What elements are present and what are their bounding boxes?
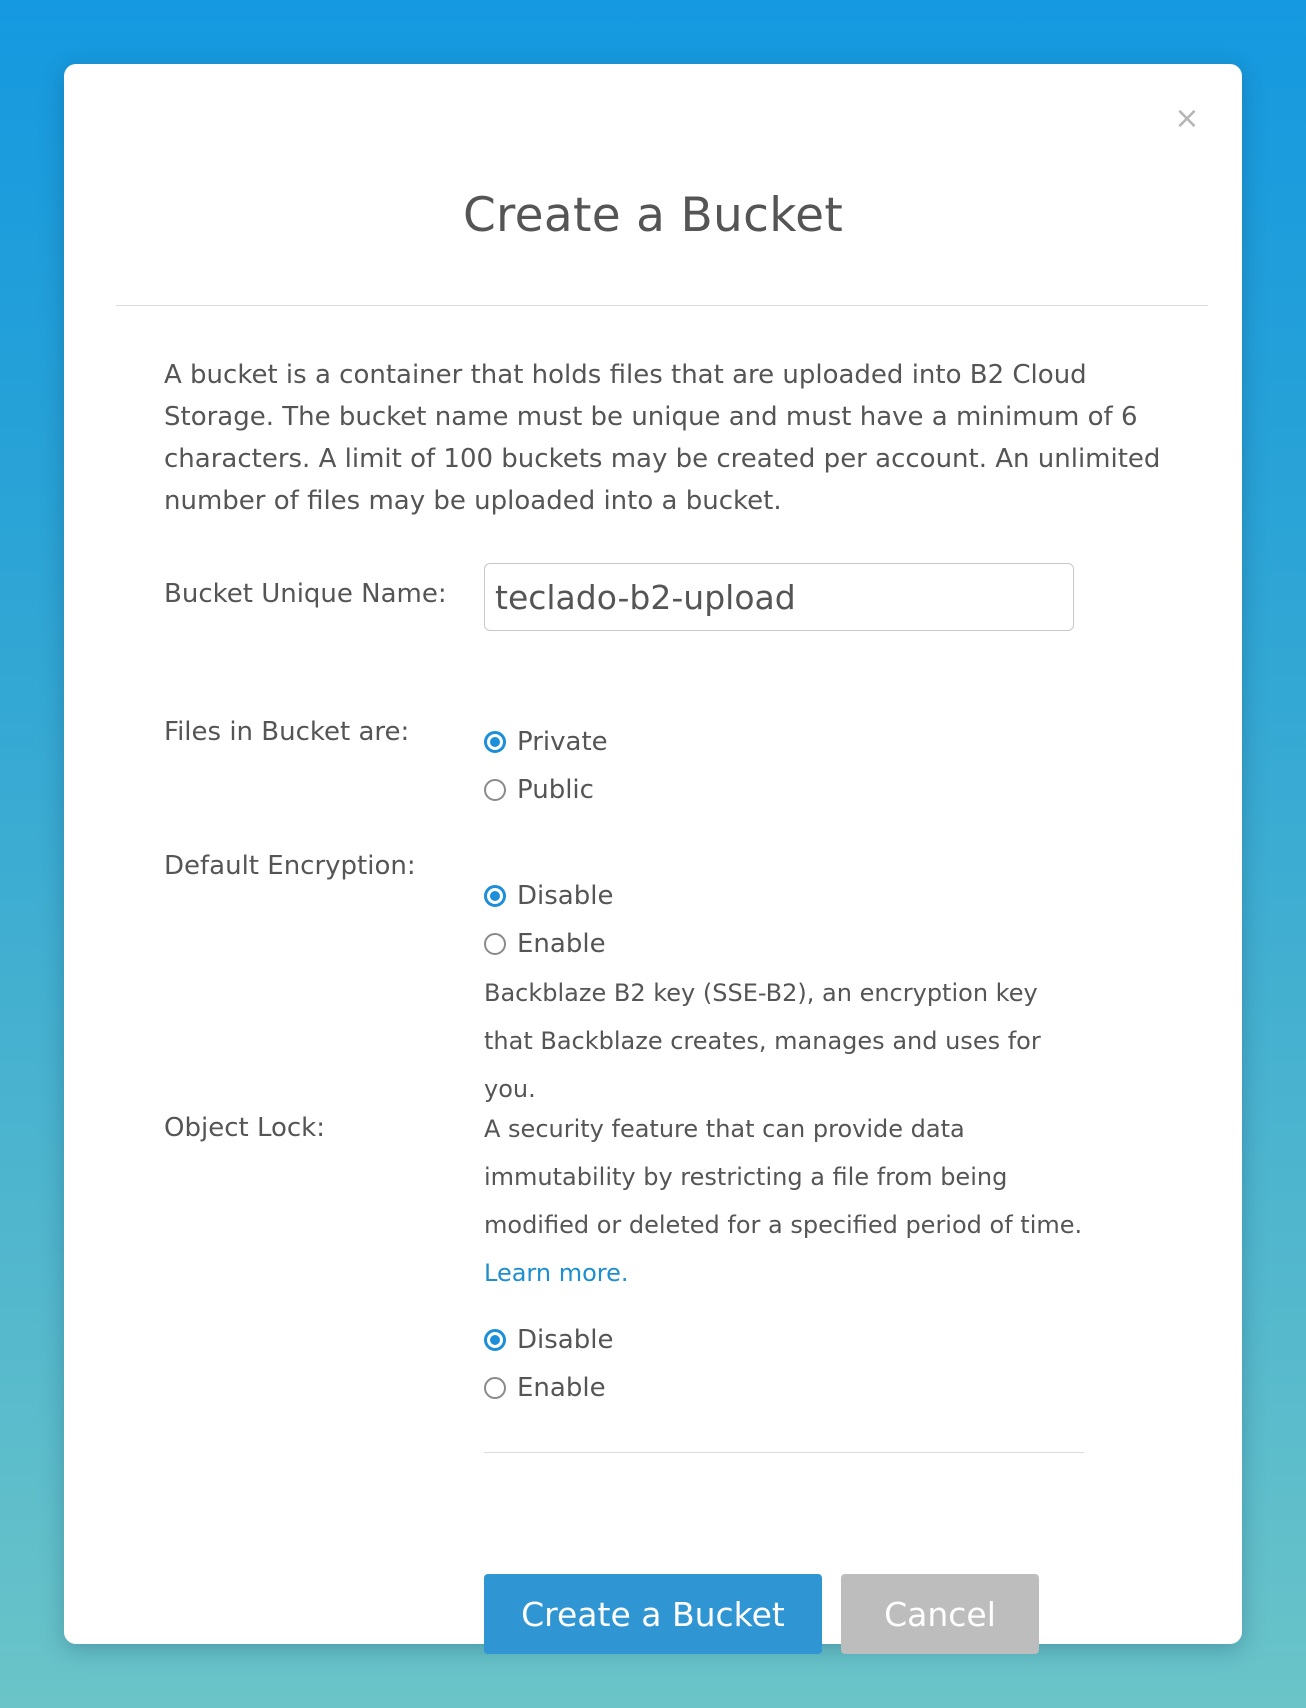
- create-bucket-button[interactable]: Create a Bucket: [484, 1574, 822, 1654]
- modal-title: Create a Bucket: [462, 188, 844, 243]
- create-bucket-modal: × Create a Bucket A bucket is a containe…: [64, 64, 1242, 1654]
- radio-object-lock-disable-indicator[interactable]: [484, 1329, 506, 1351]
- radio-encryption-disable[interactable]: Disable: [484, 878, 613, 914]
- encryption-label: Default Encryption:: [164, 851, 416, 881]
- object-lock-help-text: A security feature that can provide data…: [484, 1115, 1083, 1239]
- radio-encryption-enable-label: Enable: [517, 929, 606, 959]
- radio-public[interactable]: Public: [484, 772, 594, 808]
- actions-divider: [484, 1452, 1084, 1453]
- radio-object-lock-disable-label: Disable: [517, 1325, 614, 1355]
- cancel-button[interactable]: Cancel: [841, 1574, 1039, 1654]
- learn-more-link[interactable]: Learn more.: [484, 1259, 629, 1287]
- radio-encryption-disable-label: Disable: [517, 881, 614, 911]
- object-lock-label: Object Lock:: [164, 1113, 325, 1143]
- radio-public-label: Public: [517, 775, 594, 805]
- radio-private[interactable]: Private: [484, 724, 608, 760]
- object-lock-help: A security feature that can provide data…: [484, 1105, 1084, 1297]
- radio-encryption-disable-indicator[interactable]: [484, 885, 506, 907]
- radio-object-lock-disable[interactable]: Disable: [484, 1322, 613, 1358]
- encryption-help-text: Backblaze B2 key (SSE-B2), an encryption…: [484, 979, 1041, 1103]
- radio-private-label: Private: [517, 727, 608, 757]
- close-icon[interactable]: ×: [1172, 104, 1202, 134]
- files-visibility-label: Files in Bucket are:: [164, 717, 410, 747]
- radio-encryption-enable[interactable]: Enable: [484, 926, 606, 962]
- bucket-name-label: Bucket Unique Name:: [164, 579, 447, 609]
- intro-text: A bucket is a container that holds files…: [164, 360, 1161, 516]
- radio-private-indicator[interactable]: [484, 731, 506, 753]
- title-divider: [116, 305, 1208, 306]
- radio-object-lock-enable-label: Enable: [517, 1373, 606, 1403]
- radio-object-lock-enable[interactable]: Enable: [484, 1370, 606, 1406]
- radio-encryption-enable-indicator[interactable]: [484, 933, 506, 955]
- radio-object-lock-enable-indicator[interactable]: [484, 1377, 506, 1399]
- radio-public-indicator[interactable]: [484, 779, 506, 801]
- bucket-name-input[interactable]: [484, 563, 1074, 631]
